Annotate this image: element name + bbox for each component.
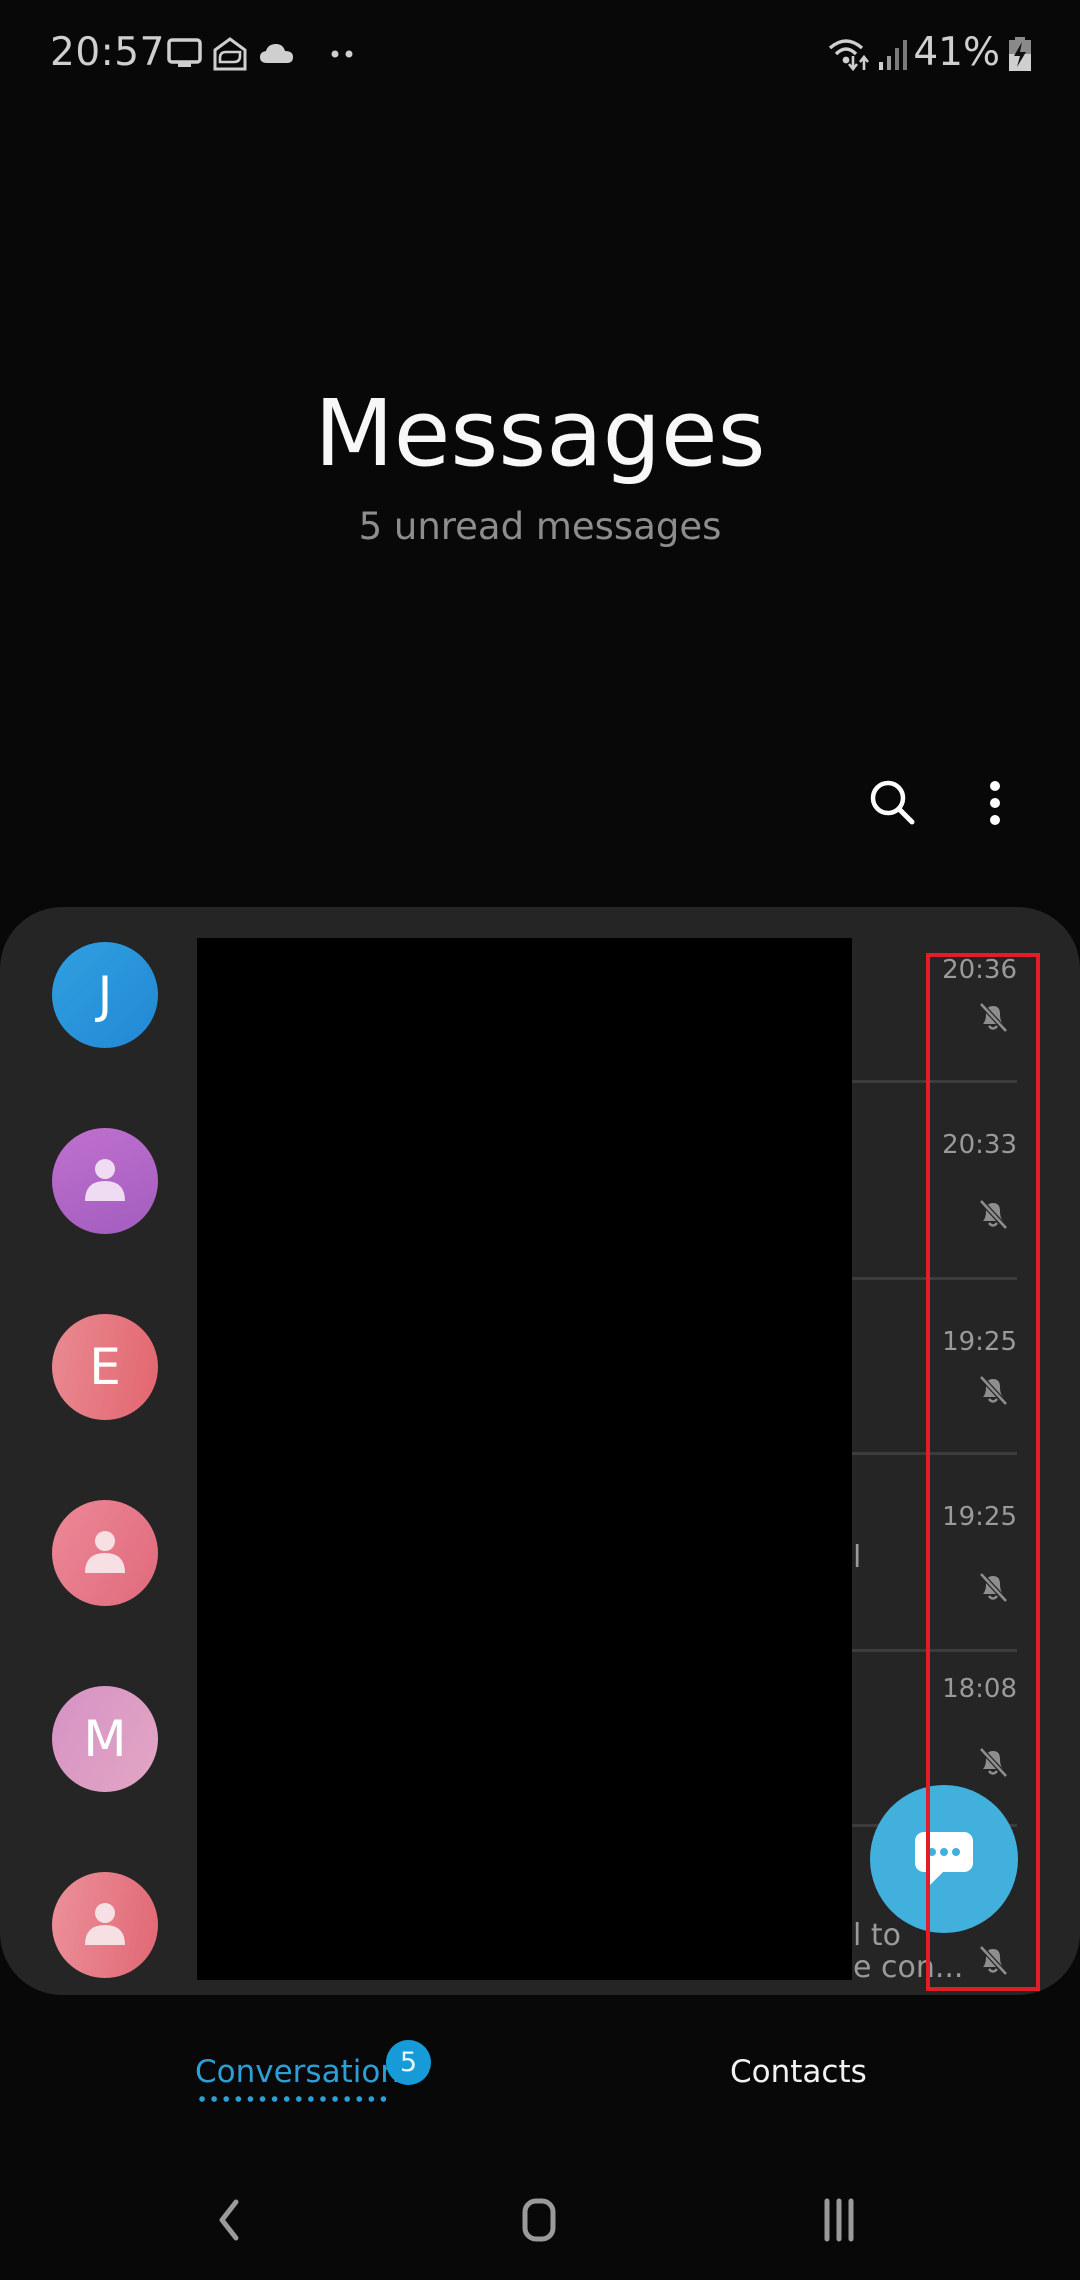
- avatar[interactable]: M: [52, 1686, 158, 1792]
- battery-percentage: 41%: [913, 30, 1000, 75]
- wifi-data-icon: [828, 39, 870, 72]
- person-icon: [85, 1903, 125, 1945]
- search-button[interactable]: [860, 770, 926, 836]
- person-icon: [85, 1159, 125, 1201]
- home-icon: [522, 2198, 556, 2242]
- conversation-snippet-line1: l to: [853, 1918, 901, 1953]
- screen-mirror-icon: [167, 38, 202, 67]
- avatar-initial: M: [83, 1710, 127, 1768]
- avatar[interactable]: J: [52, 942, 158, 1048]
- recents-icon: [824, 2198, 854, 2242]
- active-tab-indicator: [196, 2096, 386, 2102]
- avatar[interactable]: [52, 1500, 158, 1606]
- person-icon: [85, 1531, 125, 1573]
- status-time: 20:57: [50, 30, 165, 75]
- redacted-content: [197, 938, 852, 1980]
- avatar[interactable]: [52, 1872, 158, 1978]
- unread-count-subtitle: 5 unread messages: [358, 505, 722, 548]
- more-options-icon: [990, 781, 1000, 825]
- back-icon: [219, 2199, 239, 2241]
- avatar-initial: E: [89, 1338, 121, 1396]
- recents-button[interactable]: [815, 2196, 875, 2246]
- tab-conversations[interactable]: Conversations: [195, 2054, 416, 2090]
- cloud-icon: [260, 44, 293, 63]
- home-button[interactable]: [510, 2185, 580, 2255]
- avatar-initial: J: [97, 966, 113, 1024]
- avatar[interactable]: [52, 1128, 158, 1234]
- battery-charging-icon: [1009, 37, 1031, 71]
- page-title: Messages: [314, 380, 766, 487]
- conversation-snippet: l: [853, 1540, 862, 1575]
- more-notifications-icon: [331, 50, 353, 58]
- signal-icon: [879, 40, 907, 70]
- avatar[interactable]: E: [52, 1314, 158, 1420]
- email-open-icon: [213, 37, 247, 71]
- tab-contacts[interactable]: Contacts: [730, 2054, 867, 2090]
- unread-badge: 5: [386, 2040, 431, 2085]
- more-options-button[interactable]: [970, 770, 1020, 836]
- back-button[interactable]: [210, 2190, 280, 2250]
- search-icon: [870, 780, 915, 825]
- highlight-box: [926, 953, 1040, 1991]
